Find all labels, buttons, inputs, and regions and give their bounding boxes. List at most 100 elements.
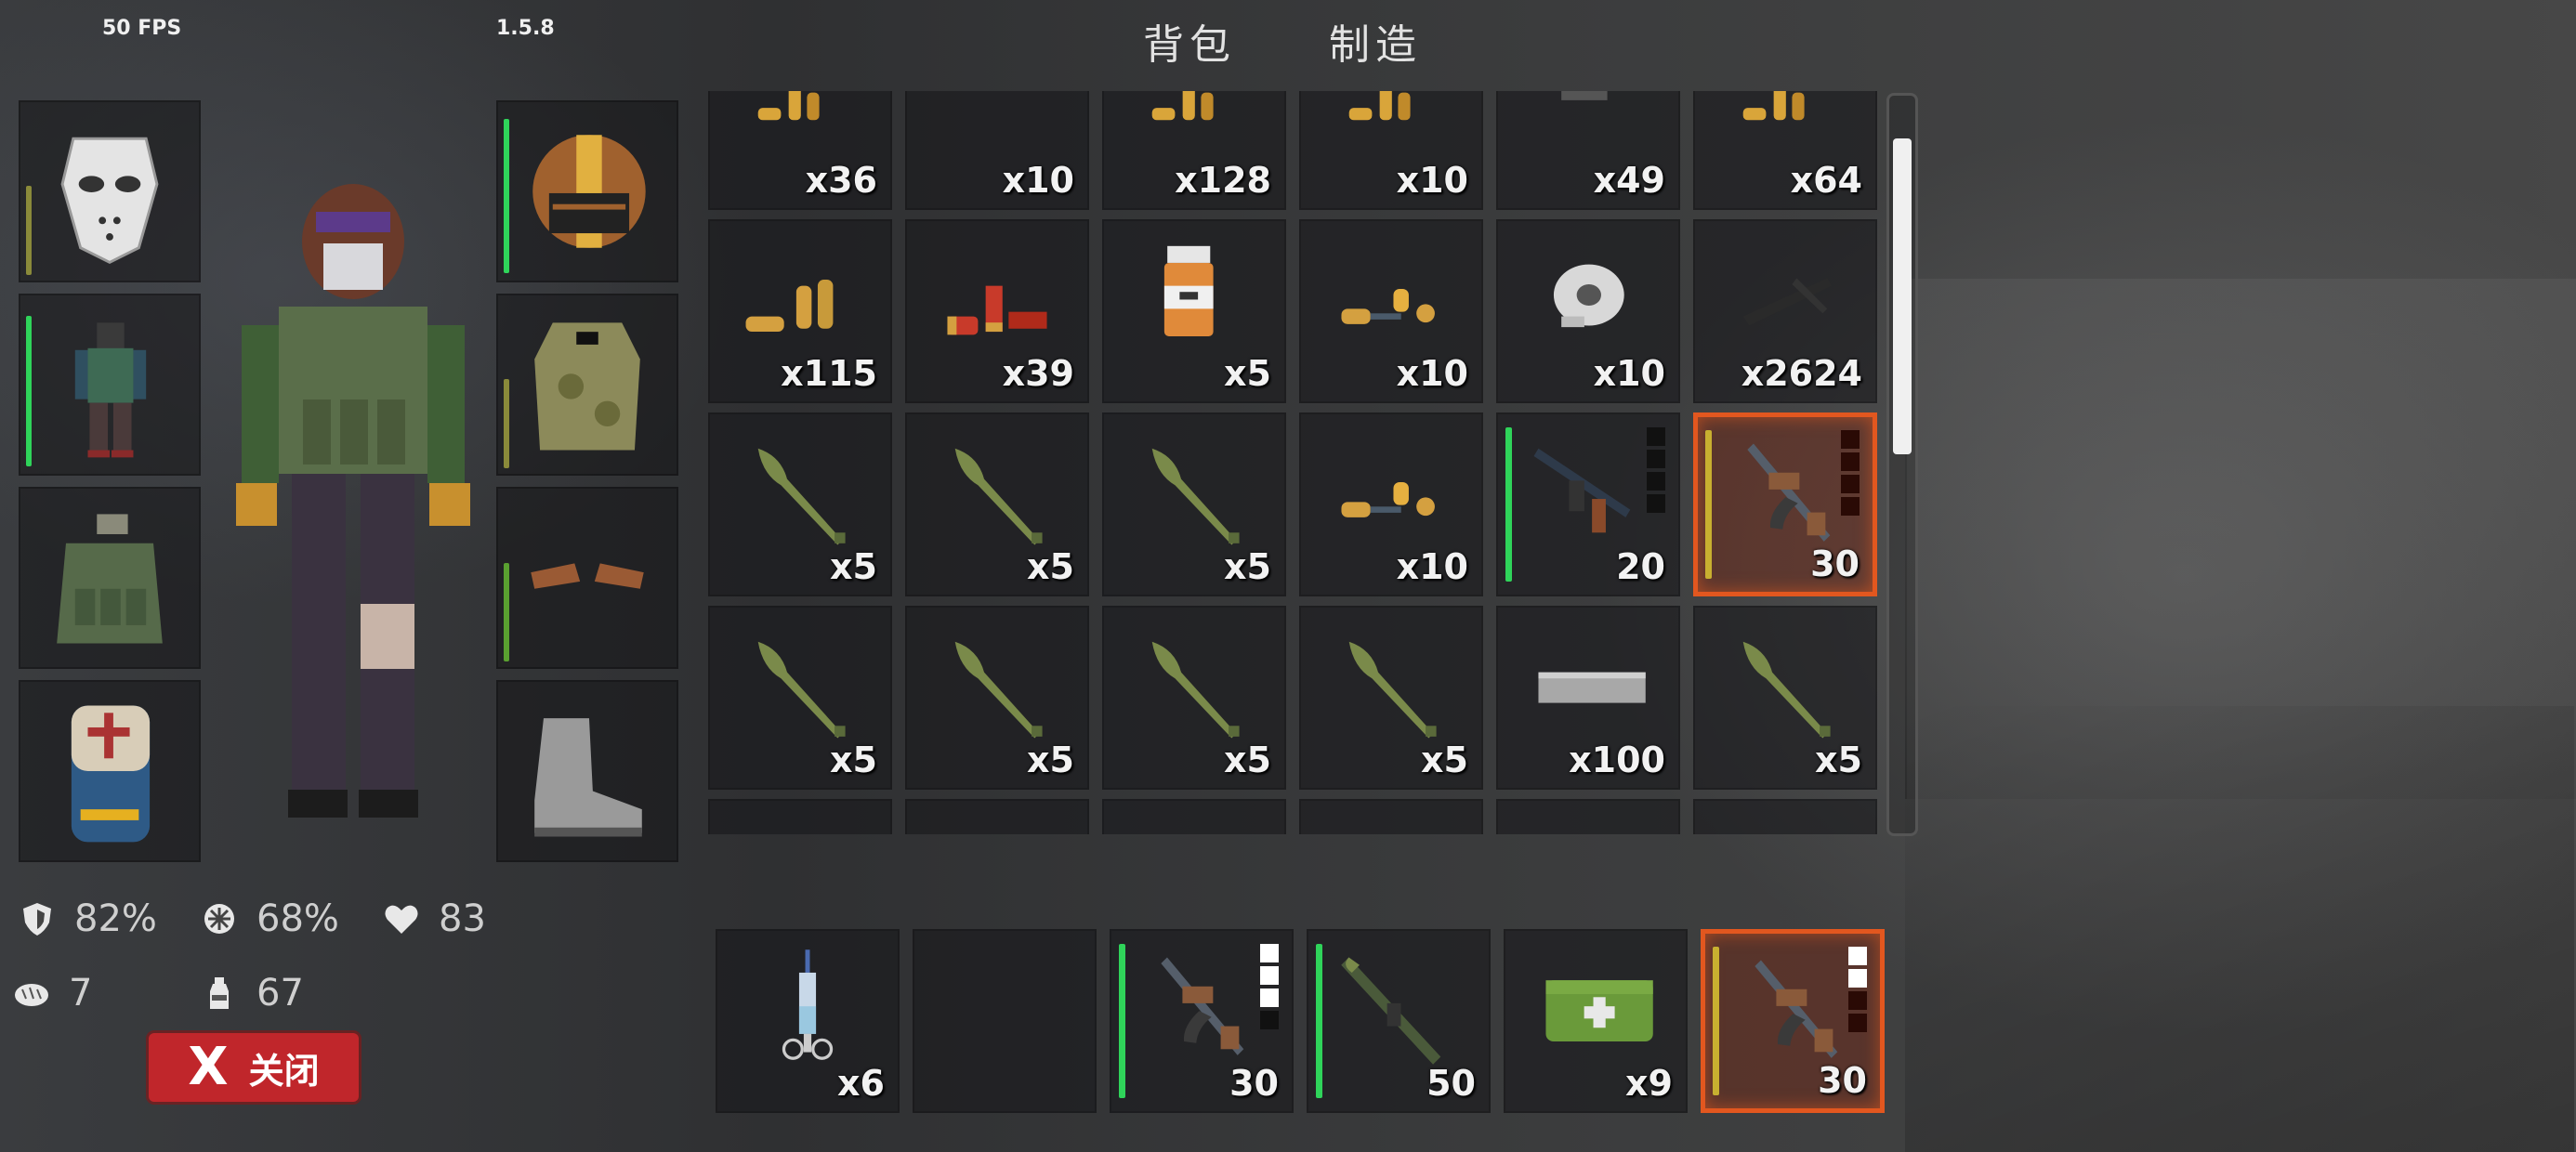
- ammo-pip: [1260, 966, 1279, 985]
- inventory-slot[interactable]: x5: [905, 606, 1089, 790]
- rifle-ammo-icon: [1341, 288, 1435, 324]
- inventory-slot[interactable]: x36: [708, 91, 892, 210]
- equip-slot-gloves[interactable]: [496, 487, 678, 669]
- rpg-rocket-icon: [1742, 641, 1831, 739]
- ammo-pip: [1841, 452, 1860, 471]
- hotbar-slot[interactable]: 50: [1307, 929, 1491, 1113]
- ammo-indicator: [1848, 947, 1867, 1032]
- rpg-rocket-icon: [954, 448, 1043, 545]
- inventory-slot[interactable]: 20: [1496, 412, 1680, 596]
- scrollbar-thumb[interactable]: [1893, 138, 1912, 454]
- inventory-slot[interactable]: x10: [1496, 219, 1680, 403]
- ammo-pip: [1848, 947, 1867, 965]
- rifle-ammo-icon: [1341, 481, 1435, 517]
- ammo-pip: [1848, 1014, 1867, 1032]
- item-count: 20: [1616, 546, 1665, 587]
- inventory-slot[interactable]: x39: [905, 219, 1089, 403]
- item-count: x128: [1175, 160, 1271, 201]
- rpg-launcher-icon: [1341, 957, 1441, 1065]
- inventory-slot[interactable]: x5: [708, 412, 892, 596]
- inventory-slot[interactable]: x10: [905, 91, 1089, 210]
- ammo-pip: [1647, 472, 1665, 491]
- inventory-scrollbar[interactable]: [1886, 93, 1918, 836]
- equip-slot-outfit[interactable]: [19, 294, 201, 476]
- item-count: x100: [1569, 740, 1665, 780]
- bag-icon: [918, 812, 1076, 834]
- tab-bar: 背包 制造: [1143, 11, 1422, 71]
- inventory-slot[interactable]: [1299, 799, 1483, 834]
- close-button[interactable]: X 关闭: [149, 1033, 359, 1102]
- inventory-slot[interactable]: x5: [1102, 219, 1286, 403]
- inventory-slot[interactable]: [905, 799, 1089, 834]
- tab-backpack[interactable]: 背包: [1143, 11, 1236, 71]
- equip-slot-boots[interactable]: [496, 680, 678, 862]
- inventory-slot[interactable]: x128: [1102, 91, 1286, 210]
- item-count: x115: [781, 353, 877, 394]
- inventory-slot[interactable]: [1102, 799, 1286, 834]
- inventory-slot[interactable]: x49: [1496, 91, 1680, 210]
- inventory-slot[interactable]: x5: [708, 606, 892, 790]
- boots-icon: [498, 682, 677, 860]
- item-count: x10: [1002, 160, 1074, 201]
- inventory-slot[interactable]: 30: [1693, 412, 1877, 596]
- hotbar-slot[interactable]: 30: [1110, 929, 1294, 1113]
- item-count: x10: [1396, 160, 1468, 201]
- equip-slot-helmet[interactable]: [496, 100, 678, 282]
- inventory-slot[interactable]: x5: [905, 412, 1089, 596]
- armor-value: 82%: [74, 897, 157, 940]
- equip-slot-backpack[interactable]: [19, 680, 201, 862]
- item-count: 30: [1810, 543, 1860, 584]
- equip-slot-vest[interactable]: [19, 487, 201, 669]
- inventory-slot[interactable]: x2624: [1693, 219, 1877, 403]
- crossbow-bolt-icon: [1742, 278, 1833, 326]
- ammo-icon: [1151, 91, 1214, 121]
- tab-crafting[interactable]: 制造: [1329, 11, 1422, 71]
- item-icon: [1561, 91, 1608, 100]
- inventory-slot[interactable]: x64: [1693, 91, 1877, 210]
- hotbar-slot[interactable]: x9: [1504, 929, 1688, 1113]
- inventory-slot[interactable]: x100: [1496, 606, 1680, 790]
- item-count: x5: [1421, 740, 1468, 780]
- inventory-slot[interactable]: x5: [1102, 606, 1286, 790]
- ammo-icon: [1115, 812, 1273, 834]
- inventory-slot[interactable]: x10: [1299, 219, 1483, 403]
- inventory-slot[interactable]: [1693, 799, 1877, 834]
- bottle-icon: [210, 977, 229, 1009]
- ammo-pip: [1260, 944, 1279, 962]
- ammo-pip: [1848, 969, 1867, 988]
- shield-icon: [23, 903, 51, 936]
- ammo-pip: [1647, 427, 1665, 446]
- inventory-slot[interactable]: [708, 799, 892, 834]
- pill-bottle-icon: [1163, 245, 1214, 336]
- item-count: x6: [837, 1063, 885, 1104]
- metal-ingot-icon: [1538, 672, 1646, 703]
- rpg-rocket-icon: [954, 641, 1043, 739]
- inventory-slot[interactable]: x10: [1299, 91, 1483, 210]
- dynamite-icon: [1312, 812, 1470, 834]
- stat-health: 83: [383, 897, 486, 940]
- outfit-icon: [20, 295, 199, 474]
- backpack-icon: [20, 682, 199, 860]
- inventory-grid: x36 x10 x128 x10 x49 x64 x115 x39 x5 x10 x10 x2624 x…: [708, 91, 1877, 834]
- equip-slot-mask[interactable]: [19, 100, 201, 282]
- item-count: x5: [1815, 740, 1862, 780]
- inventory-slot[interactable]: [1496, 799, 1680, 834]
- inventory-slot[interactable]: x5: [1102, 412, 1286, 596]
- inventory-slot[interactable]: x5: [1693, 606, 1877, 790]
- hotbar-slot[interactable]: 30: [1701, 929, 1885, 1113]
- item-count: x5: [1224, 353, 1271, 394]
- item-count: x64: [1790, 160, 1862, 201]
- medkit-icon: [1545, 980, 1653, 1042]
- ammo-pip: [1848, 991, 1867, 1010]
- hotbar-slot[interactable]: x6: [716, 929, 900, 1113]
- item-count: x36: [805, 160, 877, 201]
- hotbar-slot[interactable]: [913, 929, 1097, 1113]
- item-count: x49: [1593, 160, 1665, 201]
- item-count: x10: [1396, 353, 1468, 394]
- inventory-slot[interactable]: x115: [708, 219, 892, 403]
- inventory-slot[interactable]: x5: [1299, 606, 1483, 790]
- stat-armor: 82%: [19, 897, 157, 940]
- equip-slot-armor[interactable]: [496, 294, 678, 476]
- inventory-slot[interactable]: x10: [1299, 412, 1483, 596]
- ammo-icon: [1742, 91, 1805, 121]
